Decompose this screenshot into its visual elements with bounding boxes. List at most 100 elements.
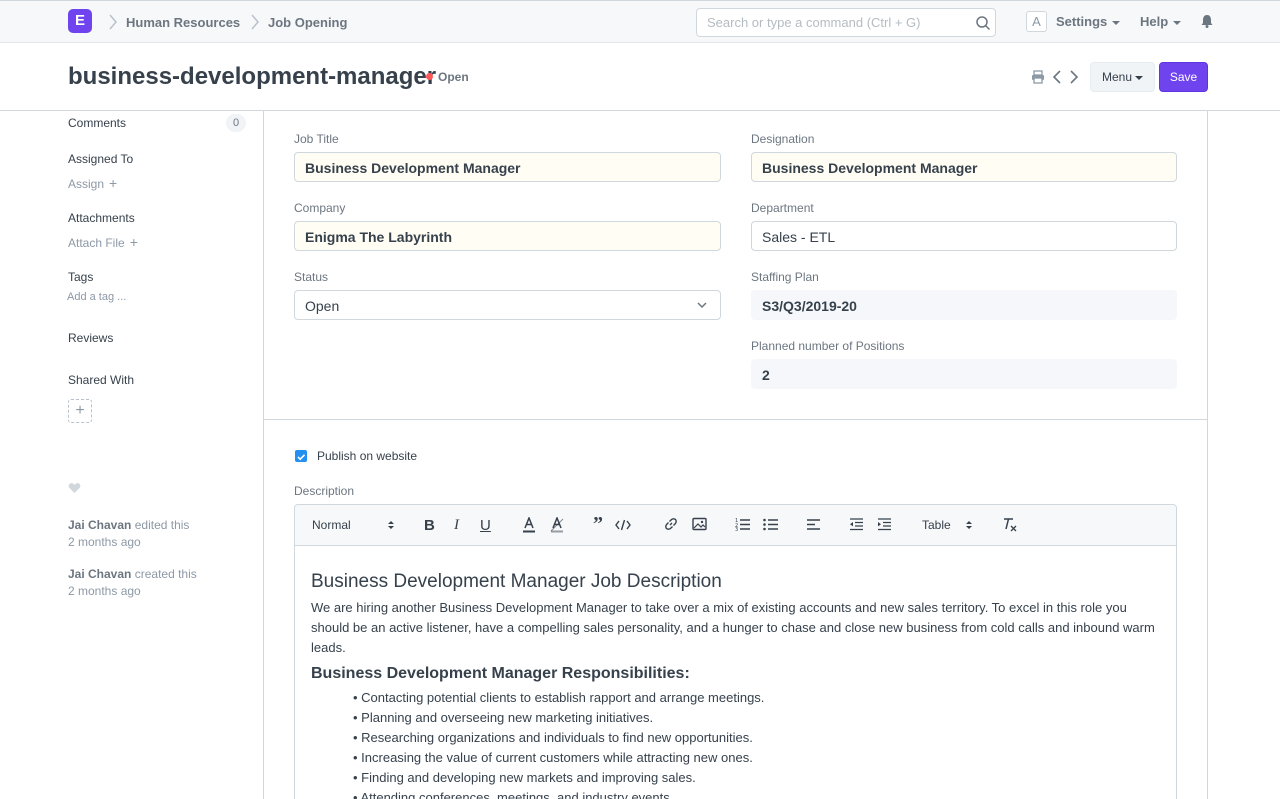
- list-item-text: Researching organizations and individual…: [361, 730, 753, 745]
- plus-icon: +: [129, 234, 138, 250]
- add-tag-link[interactable]: Add a tag ...: [67, 291, 126, 303]
- list-item: • Attending conferences, meetings, and i…: [311, 788, 1161, 799]
- activity-item: Jai Chavan created this 2 months ago: [68, 566, 197, 600]
- job-title-field[interactable]: Business Development Manager: [294, 152, 721, 182]
- bullet-list-icon[interactable]: [763, 517, 778, 531]
- menu-button-label: Menu: [1101, 70, 1133, 84]
- settings-label: Settings: [1056, 14, 1108, 29]
- search-icon[interactable]: [975, 15, 991, 31]
- indent-icon[interactable]: [877, 517, 892, 531]
- bell-icon[interactable]: [1200, 14, 1214, 28]
- link-icon[interactable]: [664, 517, 678, 531]
- underline-icon[interactable]: U: [480, 517, 491, 534]
- format-select[interactable]: Normal: [312, 518, 351, 532]
- clear-format-icon[interactable]: [1002, 517, 1017, 532]
- svg-text:3: 3: [735, 527, 738, 531]
- department-field[interactable]: Sales - ETL: [751, 221, 1177, 251]
- list-item-text: Increasing the value of current customer…: [361, 750, 753, 765]
- list-item-text: Attending conferences, meetings, and ind…: [360, 790, 674, 799]
- sidebar-assigned-to-label: Assigned To: [68, 152, 134, 166]
- breadcrumb-human-resources[interactable]: Human Resources: [126, 15, 240, 30]
- caret-down-icon: [1112, 20, 1121, 25]
- previous-icon[interactable]: [1052, 70, 1062, 84]
- list-item: • Contacting potential clients to establ…: [353, 690, 765, 705]
- blockquote-icon[interactable]: ”: [593, 513, 603, 536]
- company-field[interactable]: Enigma The Labyrinth: [294, 221, 721, 251]
- department-label: Department: [751, 201, 814, 215]
- section-divider: [263, 419, 1208, 420]
- list-item-text: Contacting potential clients to establis…: [361, 690, 765, 705]
- sidebar-comments-label[interactable]: Comments: [68, 116, 126, 130]
- status-label: Status: [294, 270, 329, 284]
- publish-label[interactable]: Publish on website: [317, 449, 417, 463]
- font-color-icon[interactable]: [522, 517, 536, 533]
- plus-icon: +: [109, 175, 118, 191]
- image-icon[interactable]: [692, 517, 707, 531]
- description-editor: Normal B I U ” 123 Table Business Develo…: [294, 504, 1177, 799]
- list-item: • Increasing the value of current custom…: [353, 750, 753, 765]
- editor-toolbar: Normal B I U ” 123 Table: [295, 505, 1176, 546]
- list-item: • Researching organizations and individu…: [353, 730, 753, 745]
- outdent-icon[interactable]: [849, 517, 864, 531]
- save-button[interactable]: Save: [1159, 62, 1208, 92]
- check-icon: [297, 454, 306, 461]
- next-icon[interactable]: [1069, 70, 1079, 84]
- responsibilities-heading: Business Development Manager Responsibil…: [311, 665, 690, 682]
- sidebar-tags-label: Tags: [68, 270, 94, 284]
- assign-link[interactable]: Assign +: [68, 175, 117, 191]
- chevron-right-icon: [109, 14, 117, 30]
- activity-user[interactable]: Jai Chavan: [68, 518, 131, 532]
- table-select[interactable]: Table: [922, 518, 951, 532]
- page-title: business-development-manager: [68, 63, 437, 90]
- designation-field[interactable]: Business Development Manager: [751, 152, 1177, 182]
- activity-time: 2 months ago: [68, 584, 141, 598]
- planned-positions-label: Planned number of Positions: [751, 339, 905, 353]
- menu-button[interactable]: Menu: [1090, 62, 1155, 92]
- ordered-list-icon[interactable]: 123: [735, 517, 750, 531]
- staffing-plan-value[interactable]: S3/Q3/2019-20: [751, 290, 1177, 320]
- sidebar-shared-with-label: Shared With: [68, 373, 135, 387]
- comments-count: 0: [226, 114, 246, 132]
- align-left-icon[interactable]: [806, 517, 821, 531]
- attach-file-link[interactable]: Attach File +: [68, 234, 138, 250]
- app-logo[interactable]: E: [68, 9, 92, 33]
- activity-action: edited this: [134, 518, 190, 532]
- add-share-button[interactable]: +: [68, 399, 92, 423]
- list-item: • Finding and developing new markets and…: [353, 770, 696, 785]
- designation-label: Designation: [751, 132, 815, 146]
- bold-icon[interactable]: B: [424, 517, 435, 534]
- publish-checkbox[interactable]: [295, 450, 307, 462]
- help-label: Help: [1140, 14, 1169, 29]
- chevron-right-icon: [251, 14, 259, 30]
- search-box: [696, 8, 996, 37]
- help-menu[interactable]: Help: [1140, 14, 1182, 29]
- description-label: Description: [294, 484, 355, 498]
- status-select[interactable]: Open: [294, 290, 721, 320]
- search-input[interactable]: [697, 9, 967, 36]
- caret-down-icon: [1135, 75, 1144, 80]
- description-paragraph: We are hiring another Business Developme…: [311, 600, 1155, 655]
- list-item-text: Finding and developing new markets and i…: [361, 770, 696, 785]
- staffing-plan-label: Staffing Plan: [751, 270, 819, 284]
- sidebar-reviews-label: Reviews: [68, 331, 114, 345]
- italic-icon[interactable]: I: [454, 517, 459, 534]
- list-item: • Planning and overseeing new marketing …: [353, 710, 654, 725]
- background-color-icon[interactable]: [550, 517, 564, 533]
- print-icon[interactable]: [1031, 70, 1045, 84]
- planned-positions-value: 2: [751, 359, 1177, 389]
- editor-content[interactable]: Business Development Manager Job Descrip…: [311, 571, 1161, 799]
- settings-menu[interactable]: Settings: [1056, 14, 1121, 29]
- job-title-label: Job Title: [294, 132, 339, 146]
- code-icon[interactable]: [615, 519, 631, 531]
- assign-link-label: Assign: [68, 177, 105, 191]
- responsibilities-list: • Contacting potential clients to establ…: [311, 688, 1161, 799]
- updown-icon: [966, 521, 972, 529]
- avatar[interactable]: A: [1026, 11, 1047, 32]
- breadcrumb-job-opening[interactable]: Job Opening: [268, 15, 347, 30]
- activity-user[interactable]: Jai Chavan: [68, 567, 131, 581]
- heart-icon[interactable]: [68, 482, 81, 494]
- page-head: business-development-manager Open Menu S…: [0, 43, 1280, 111]
- caret-down-icon: [1173, 20, 1182, 25]
- description-heading: Business Development Manager Job Descrip…: [311, 571, 722, 592]
- status-badge: Open: [438, 70, 469, 84]
